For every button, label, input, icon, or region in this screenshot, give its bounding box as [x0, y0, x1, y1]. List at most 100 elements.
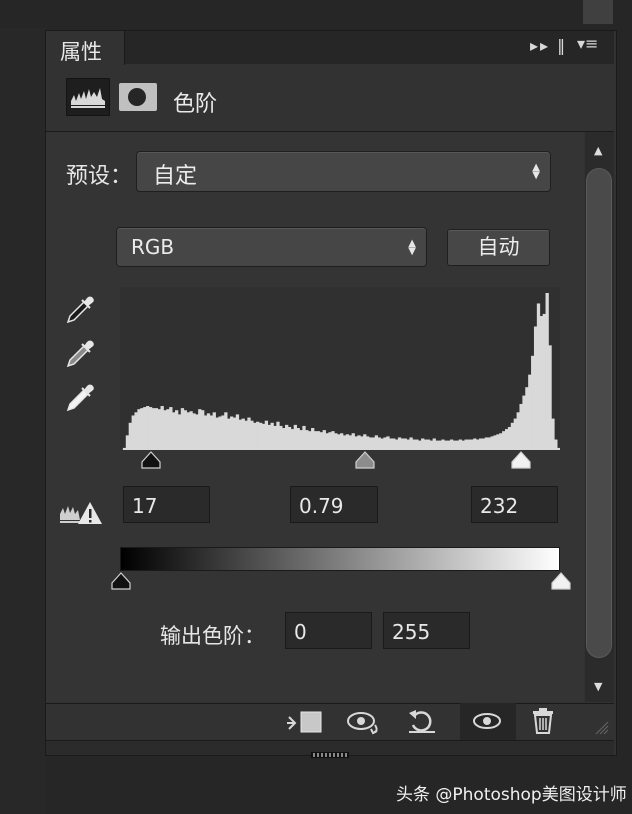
histogram-bin	[397, 437, 402, 450]
histogram-bin	[177, 414, 182, 450]
output-levels-label: 输出色阶：	[160, 624, 265, 648]
histogram-bin	[557, 447, 561, 450]
resize-grip-icon[interactable]	[592, 718, 610, 736]
background-left	[0, 0, 46, 814]
histogram-bin	[308, 431, 312, 450]
histogram-bin	[366, 436, 370, 450]
histogram-bin	[383, 437, 387, 450]
histogram-bin	[180, 408, 185, 450]
histogram-bin	[267, 424, 271, 450]
levels-histogram	[120, 287, 561, 450]
histogram-bin	[183, 410, 187, 450]
histogram-bin	[198, 409, 202, 450]
histogram-bin	[400, 438, 405, 450]
histogram-bin	[215, 417, 219, 450]
histogram-bin	[256, 421, 260, 450]
collapse-panel-icon[interactable]: ▸▸ ‖	[530, 36, 567, 55]
tab-properties-label: 属性	[60, 40, 102, 64]
input-highlight-slider[interactable]	[510, 450, 532, 474]
histogram-bin	[371, 437, 376, 450]
histogram-bin	[377, 437, 381, 450]
auto-button[interactable]: 自动	[447, 229, 550, 266]
white-point-eyedropper-icon[interactable]	[62, 378, 98, 414]
dropdown-arrows-icon: ▲ ▼	[408, 238, 416, 257]
histogram-bin	[539, 316, 544, 450]
histogram-bin	[438, 440, 442, 450]
histogram-bin	[279, 425, 283, 450]
channel-select[interactable]: RGB ▲ ▼	[116, 227, 427, 267]
histogram-bin	[542, 313, 546, 450]
output-low-field[interactable]: 0	[285, 612, 372, 649]
histogram-bin	[169, 407, 173, 450]
histogram-bin	[186, 412, 190, 450]
view-previous-state-icon[interactable]	[345, 709, 385, 739]
input-highlight-field[interactable]: 232	[471, 486, 558, 523]
scrollbar-thumb[interactable]	[586, 168, 612, 658]
input-midtone-field[interactable]: 0.79	[290, 486, 378, 523]
reset-icon[interactable]	[405, 707, 439, 739]
histogram-bin	[163, 410, 167, 450]
output-high-slider[interactable]	[550, 571, 572, 595]
histogram-bin	[290, 429, 295, 450]
histogram-bin	[432, 438, 436, 450]
histogram-bin	[276, 421, 280, 450]
histogram-bin	[299, 430, 303, 450]
histogram-bin	[447, 440, 451, 450]
histogram-bin	[175, 410, 179, 450]
clipping-warning-icon[interactable]	[58, 498, 104, 528]
levels-histogram-icon[interactable]	[66, 78, 110, 116]
panel-tab-bar	[46, 31, 614, 64]
histogram-bin	[322, 430, 326, 450]
input-shadow-field[interactable]: 17	[123, 486, 210, 523]
histogram-bin	[302, 425, 306, 450]
histogram-bin	[403, 438, 407, 450]
histogram-bin	[450, 439, 454, 450]
panel-menu-icon[interactable]: ▾≡	[577, 34, 598, 53]
histogram-bin	[201, 410, 205, 450]
histogram-bin	[140, 408, 144, 450]
scroll-down-icon[interactable]: ▼	[594, 680, 602, 693]
histogram-bin	[334, 433, 338, 450]
histogram-bin	[470, 439, 474, 450]
histogram-bin	[481, 438, 486, 450]
histogram-bin	[510, 422, 515, 450]
clip-to-layer-icon[interactable]	[285, 709, 325, 739]
histogram-bin	[172, 412, 176, 450]
histogram-bin	[328, 432, 332, 450]
histogram-bin	[513, 418, 517, 450]
histogram-bin	[250, 420, 254, 450]
input-midtone-slider[interactable]	[354, 450, 376, 474]
histogram-bin	[528, 374, 532, 450]
histogram-bin	[354, 436, 358, 450]
histogram-bin	[203, 415, 208, 450]
output-low-slider[interactable]	[110, 571, 132, 595]
histogram-bin	[285, 424, 289, 450]
histogram-bin	[496, 434, 500, 450]
gray-point-eyedropper-icon[interactable]	[62, 334, 98, 370]
delete-trash-icon[interactable]	[530, 707, 556, 739]
histogram-bin	[345, 434, 350, 450]
histogram-bin	[502, 431, 506, 450]
histogram-bin	[192, 413, 196, 450]
visibility-eye-icon[interactable]	[472, 711, 502, 735]
histogram-bin	[467, 439, 471, 450]
histogram-bin	[160, 406, 164, 450]
scroll-up-icon[interactable]: ▲	[594, 144, 602, 157]
histogram-bin	[316, 431, 321, 450]
histogram-bin	[429, 440, 434, 450]
histogram-bin	[484, 437, 489, 450]
histogram-bin	[389, 438, 393, 450]
preset-select[interactable]: 自定 ▲ ▼	[136, 151, 551, 192]
histogram-bin	[128, 422, 132, 450]
histogram-bin	[151, 408, 156, 450]
drag-handle-icon[interactable]	[311, 743, 349, 758]
black-point-eyedropper-icon[interactable]	[62, 290, 98, 326]
histogram-bin	[131, 415, 135, 450]
histogram-bin	[487, 437, 491, 450]
histogram-bin	[154, 408, 159, 450]
output-high-field[interactable]: 255	[383, 612, 470, 649]
histogram-bin	[166, 409, 170, 450]
histogram-bin	[551, 418, 555, 450]
histogram-bin	[409, 437, 413, 450]
input-shadow-slider[interactable]	[140, 450, 162, 474]
